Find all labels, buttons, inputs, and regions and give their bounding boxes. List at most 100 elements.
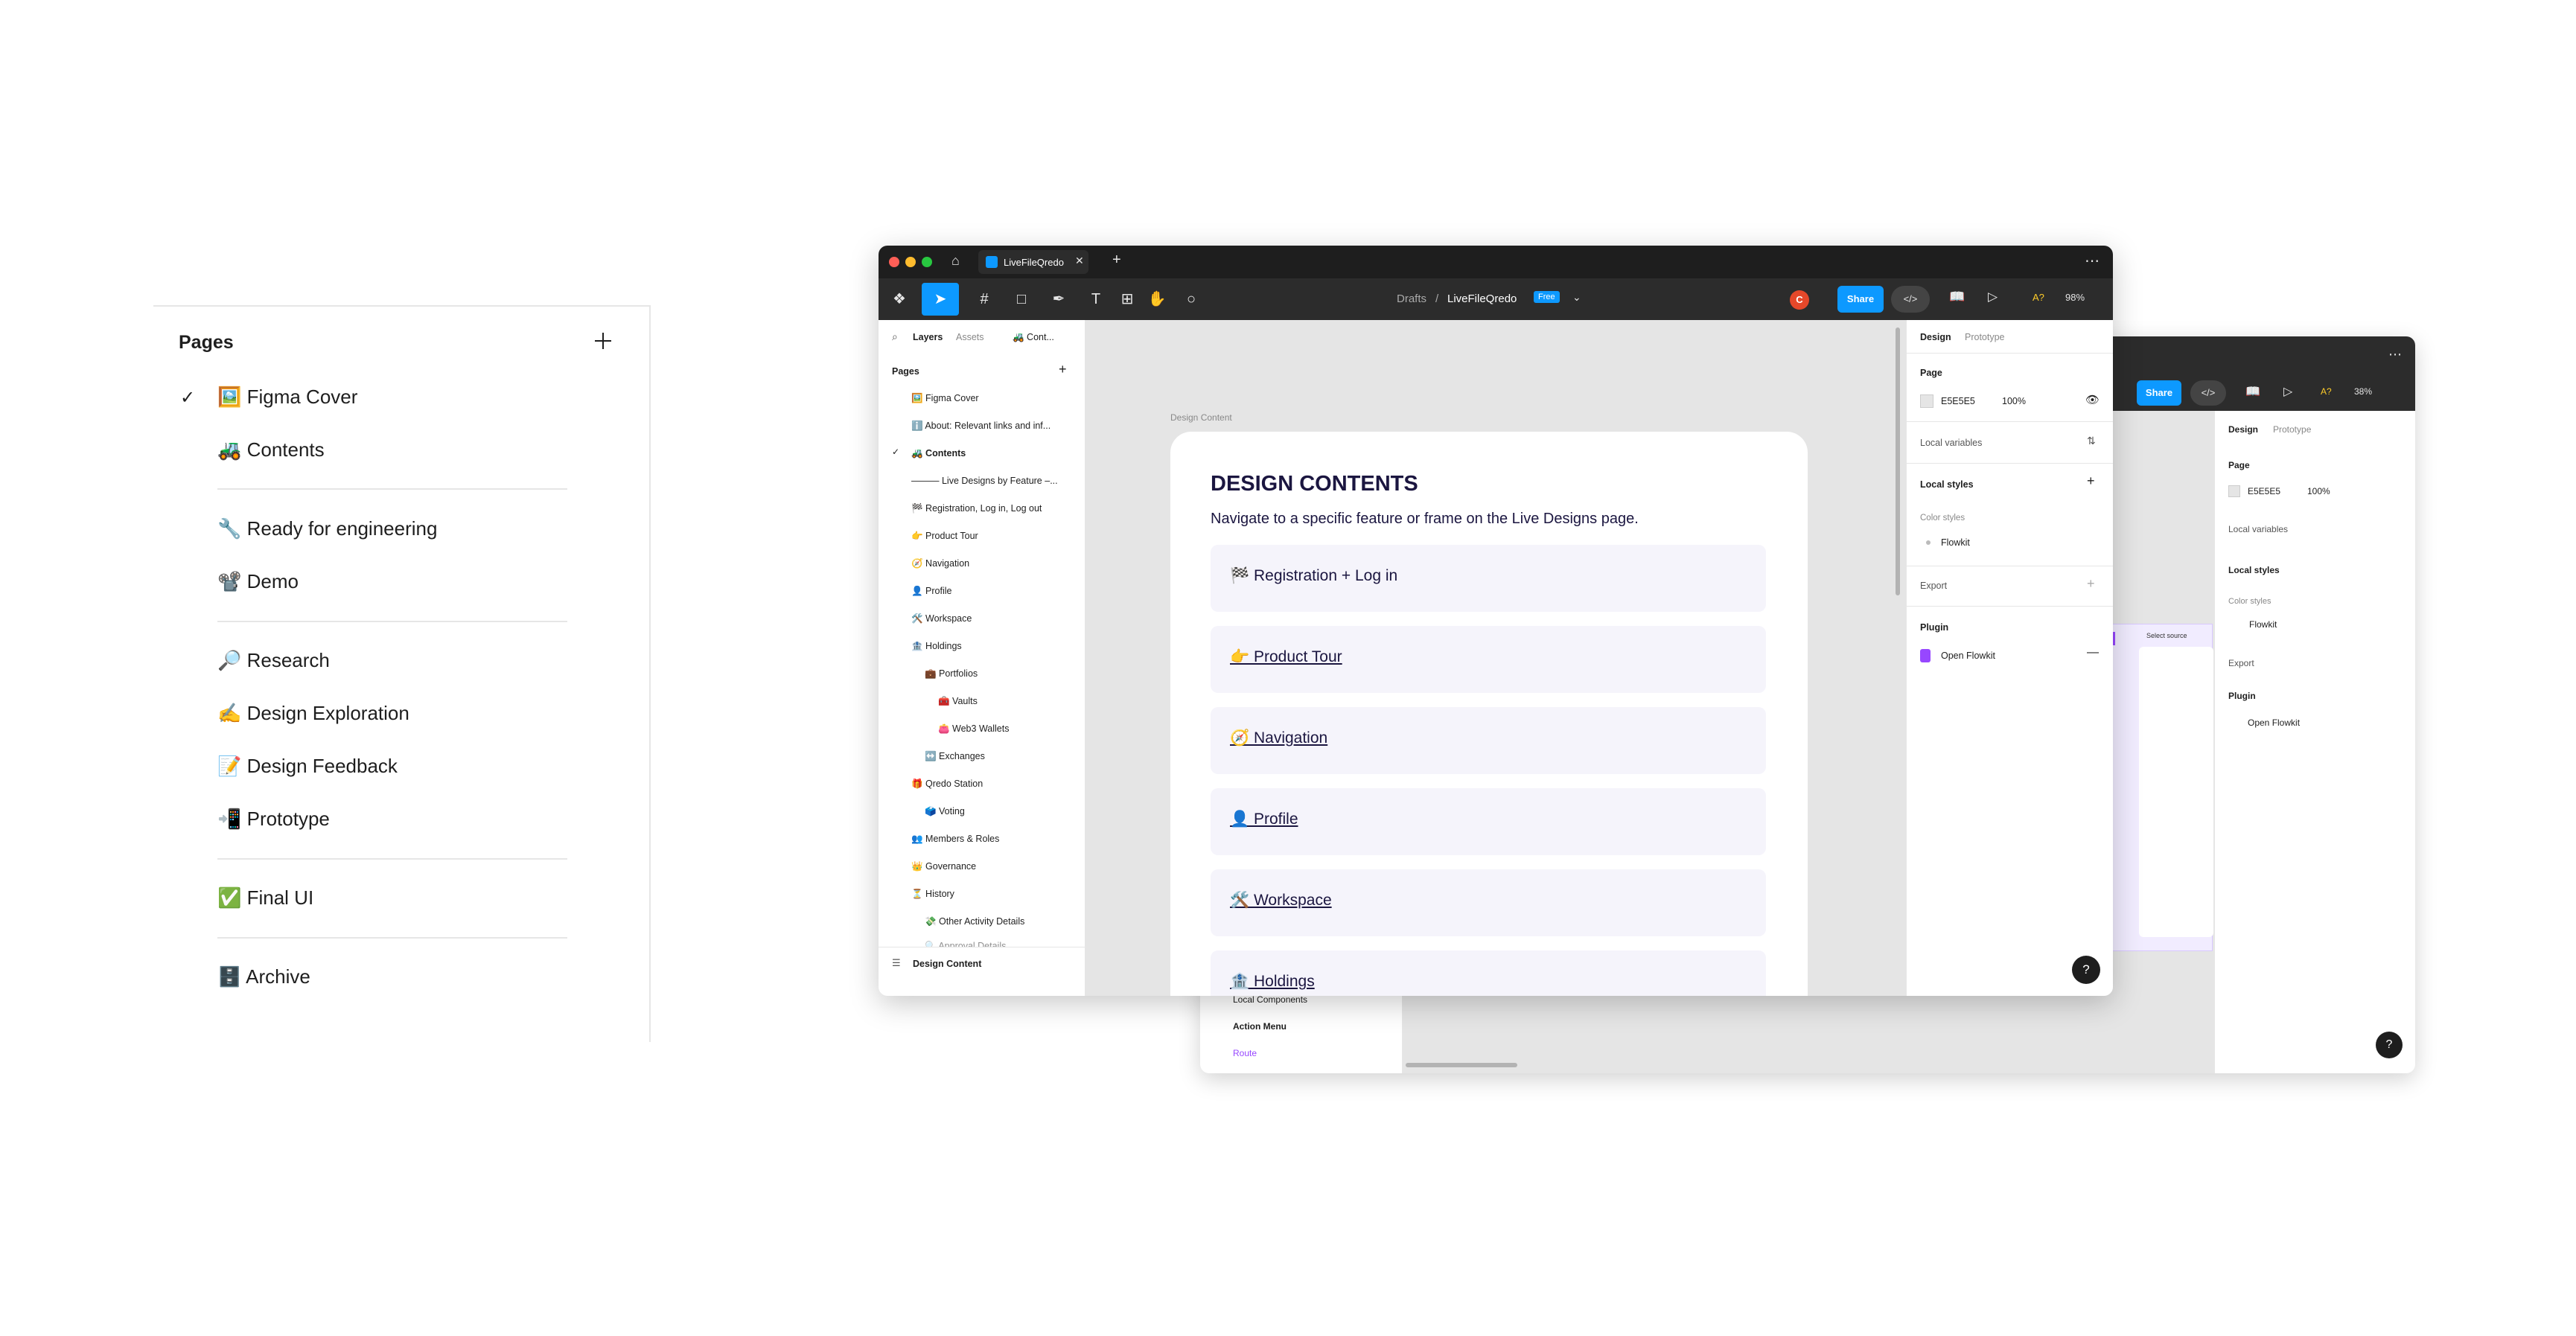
- color-swatch[interactable]: [1920, 394, 1933, 408]
- page-item-ready-for-engineering[interactable]: 🔧 Ready for engineering: [217, 517, 437, 540]
- page-item-demo[interactable]: 📽️ Demo: [217, 570, 299, 593]
- design-content-frame[interactable]: DESIGN CONTENTS Navigate to a specific f…: [1170, 432, 1808, 996]
- export-label[interactable]: Export: [1920, 581, 1947, 591]
- close-tab-icon[interactable]: ✕: [1075, 255, 1084, 267]
- more-icon[interactable]: ⋯: [2388, 347, 2402, 362]
- content-row-holdings[interactable]: 🏦 Holdings: [1211, 950, 1766, 996]
- vertical-scrollbar[interactable]: [1896, 327, 1900, 595]
- avatar[interactable]: C: [1790, 290, 1809, 310]
- present-icon[interactable]: ▷: [2283, 384, 2292, 399]
- layer-page[interactable]: 👤 Profile: [911, 586, 951, 597]
- tab-prototype[interactable]: Prototype: [2273, 424, 2311, 435]
- layer-page[interactable]: 🗳️ Voting: [925, 806, 965, 817]
- dev-mode-icon[interactable]: </>: [1891, 286, 1930, 313]
- hand-tool-icon[interactable]: ✋: [1145, 287, 1169, 311]
- share-button[interactable]: Share: [2137, 380, 2181, 406]
- tab-design[interactable]: Design: [1920, 332, 1951, 342]
- layer-page[interactable]: 💸 Other Activity Details: [925, 916, 1024, 927]
- frame-label[interactable]: Design Content: [1170, 412, 1232, 423]
- share-button[interactable]: Share: [1837, 286, 1884, 313]
- layer-action-menu[interactable]: Action Menu: [1233, 1021, 1287, 1032]
- page-item-prototype[interactable]: 📲 Prototype: [217, 808, 330, 831]
- eye-icon[interactable]: 👁: [2085, 393, 2100, 406]
- page-item-design-feedback[interactable]: 📝 Design Feedback: [217, 755, 398, 778]
- maximize-window-icon[interactable]: [922, 257, 932, 267]
- content-row-navigation[interactable]: 🧭 Navigation: [1211, 707, 1766, 774]
- layer-page[interactable]: 🎁 Qredo Station: [911, 779, 983, 790]
- page-item-archive[interactable]: 🗄️ Archive: [217, 965, 310, 988]
- layer-page[interactable]: 🔍 Approval Details: [925, 941, 1006, 947]
- layer-route[interactable]: Route: [1233, 1048, 1257, 1058]
- main-menu-icon[interactable]: ❖: [887, 287, 911, 311]
- dev-mode-icon[interactable]: </>: [2190, 380, 2226, 406]
- tab-prototype[interactable]: Prototype: [1965, 332, 2005, 342]
- local-variables[interactable]: Local variables: [1920, 438, 1982, 448]
- ai-label[interactable]: A?: [2033, 292, 2044, 303]
- shape-tool-icon[interactable]: □: [1010, 287, 1033, 311]
- layer-page[interactable]: 🧰 Vaults: [938, 696, 978, 707]
- bg-opacity[interactable]: 100%: [2002, 396, 2026, 406]
- local-variables[interactable]: Local variables: [2228, 524, 2288, 534]
- chevron-down-icon[interactable]: ⌄: [1572, 291, 1581, 304]
- layer-page[interactable]: ⏳ History: [911, 889, 954, 900]
- layer-page[interactable]: 🧭 Navigation: [911, 558, 969, 569]
- page-item-research[interactable]: 🔎 Research: [217, 649, 330, 672]
- layer-page-active[interactable]: 🚜 Contents: [911, 448, 966, 459]
- zoom-level[interactable]: 38%: [2354, 386, 2372, 397]
- move-tool-icon[interactable]: ➤: [922, 283, 959, 316]
- file-tab[interactable]: LiveFileQredo ✕: [978, 250, 1088, 274]
- resources-icon[interactable]: ⊞: [1115, 287, 1139, 311]
- file-name[interactable]: LiveFileQredo: [1447, 293, 1517, 305]
- bg-hex[interactable]: E5E5E5: [1941, 396, 1975, 406]
- minimize-window-icon[interactable]: [905, 257, 916, 267]
- search-icon[interactable]: ⌕: [892, 330, 898, 343]
- page-item-contents[interactable]: 🚜 Contents: [217, 438, 325, 461]
- open-flowkit[interactable]: Open Flowkit: [1941, 651, 1995, 661]
- layer-page[interactable]: 🏁 Registration, Log in, Log out: [911, 503, 1042, 514]
- home-icon[interactable]: ⌂: [951, 253, 960, 269]
- library-icon[interactable]: 📖: [1949, 290, 1965, 304]
- zoom-level[interactable]: 98%: [2065, 292, 2085, 303]
- more-icon[interactable]: ⋯: [2085, 252, 2100, 270]
- page-item-final-ui[interactable]: ✅ Final UI: [217, 886, 313, 910]
- new-tab-icon[interactable]: +: [1112, 252, 1121, 269]
- layer-local-components[interactable]: Local Components: [1233, 994, 1307, 1005]
- content-row-workspace[interactable]: 🛠️ Workspace: [1211, 869, 1766, 936]
- layer-page[interactable]: 👛 Web3 Wallets: [938, 723, 1009, 735]
- horizontal-scrollbar[interactable]: [1406, 1063, 1517, 1067]
- bg-hex[interactable]: E5E5E5: [2248, 486, 2280, 496]
- layer-page[interactable]: 🛠️ Workspace: [911, 613, 972, 624]
- adjust-icon[interactable]: ⇅: [2087, 435, 2096, 447]
- content-row-profile[interactable]: 👤 Profile: [1211, 788, 1766, 855]
- color-swatch[interactable]: [2228, 485, 2240, 497]
- open-flowkit[interactable]: Open Flowkit: [2248, 717, 2300, 728]
- ai-label[interactable]: A?: [2321, 386, 2332, 397]
- tab-layers[interactable]: Layers: [913, 332, 943, 342]
- layer-page[interactable]: 🖼️ Figma Cover: [911, 393, 979, 404]
- add-export-icon[interactable]: +: [2087, 576, 2095, 592]
- bg-opacity[interactable]: 100%: [2307, 486, 2330, 496]
- layer-design-content[interactable]: Design Content: [913, 959, 981, 969]
- page-item-design-exploration[interactable]: ✍️ Design Exploration: [217, 702, 409, 725]
- present-icon[interactable]: ▷: [1988, 290, 1998, 304]
- add-page-icon[interactable]: [588, 326, 618, 356]
- content-row-registration[interactable]: 🏁 Registration + Log in: [1211, 545, 1766, 612]
- breadcrumb-drafts[interactable]: Drafts: [1397, 293, 1426, 305]
- layer-page[interactable]: 💼 Portfolios: [925, 668, 978, 680]
- content-row-product-tour[interactable]: 👉 Product Tour: [1211, 626, 1766, 693]
- row-link[interactable]: 🧭 Navigation: [1230, 729, 1327, 747]
- library-icon[interactable]: 📖: [2245, 384, 2260, 399]
- text-tool-icon[interactable]: T: [1084, 287, 1108, 311]
- row-link[interactable]: 🏦 Holdings: [1230, 973, 1315, 991]
- tab-design[interactable]: Design: [2228, 424, 2258, 435]
- row-link[interactable]: 👉 Product Tour: [1230, 648, 1342, 666]
- help-icon[interactable]: ?: [2072, 956, 2100, 984]
- flowkit-style[interactable]: Flowkit: [1941, 537, 1970, 548]
- layer-page[interactable]: 🏦 Holdings: [911, 641, 962, 652]
- layer-page[interactable]: 👥 Members & Roles: [911, 834, 999, 845]
- layer-page[interactable]: 👑 Governance: [911, 861, 976, 872]
- tab-assets[interactable]: Assets: [956, 332, 984, 342]
- export-label[interactable]: Export: [2228, 658, 2254, 668]
- help-icon[interactable]: ?: [2376, 1032, 2403, 1058]
- layer-page[interactable]: 👉 Product Tour: [911, 531, 978, 542]
